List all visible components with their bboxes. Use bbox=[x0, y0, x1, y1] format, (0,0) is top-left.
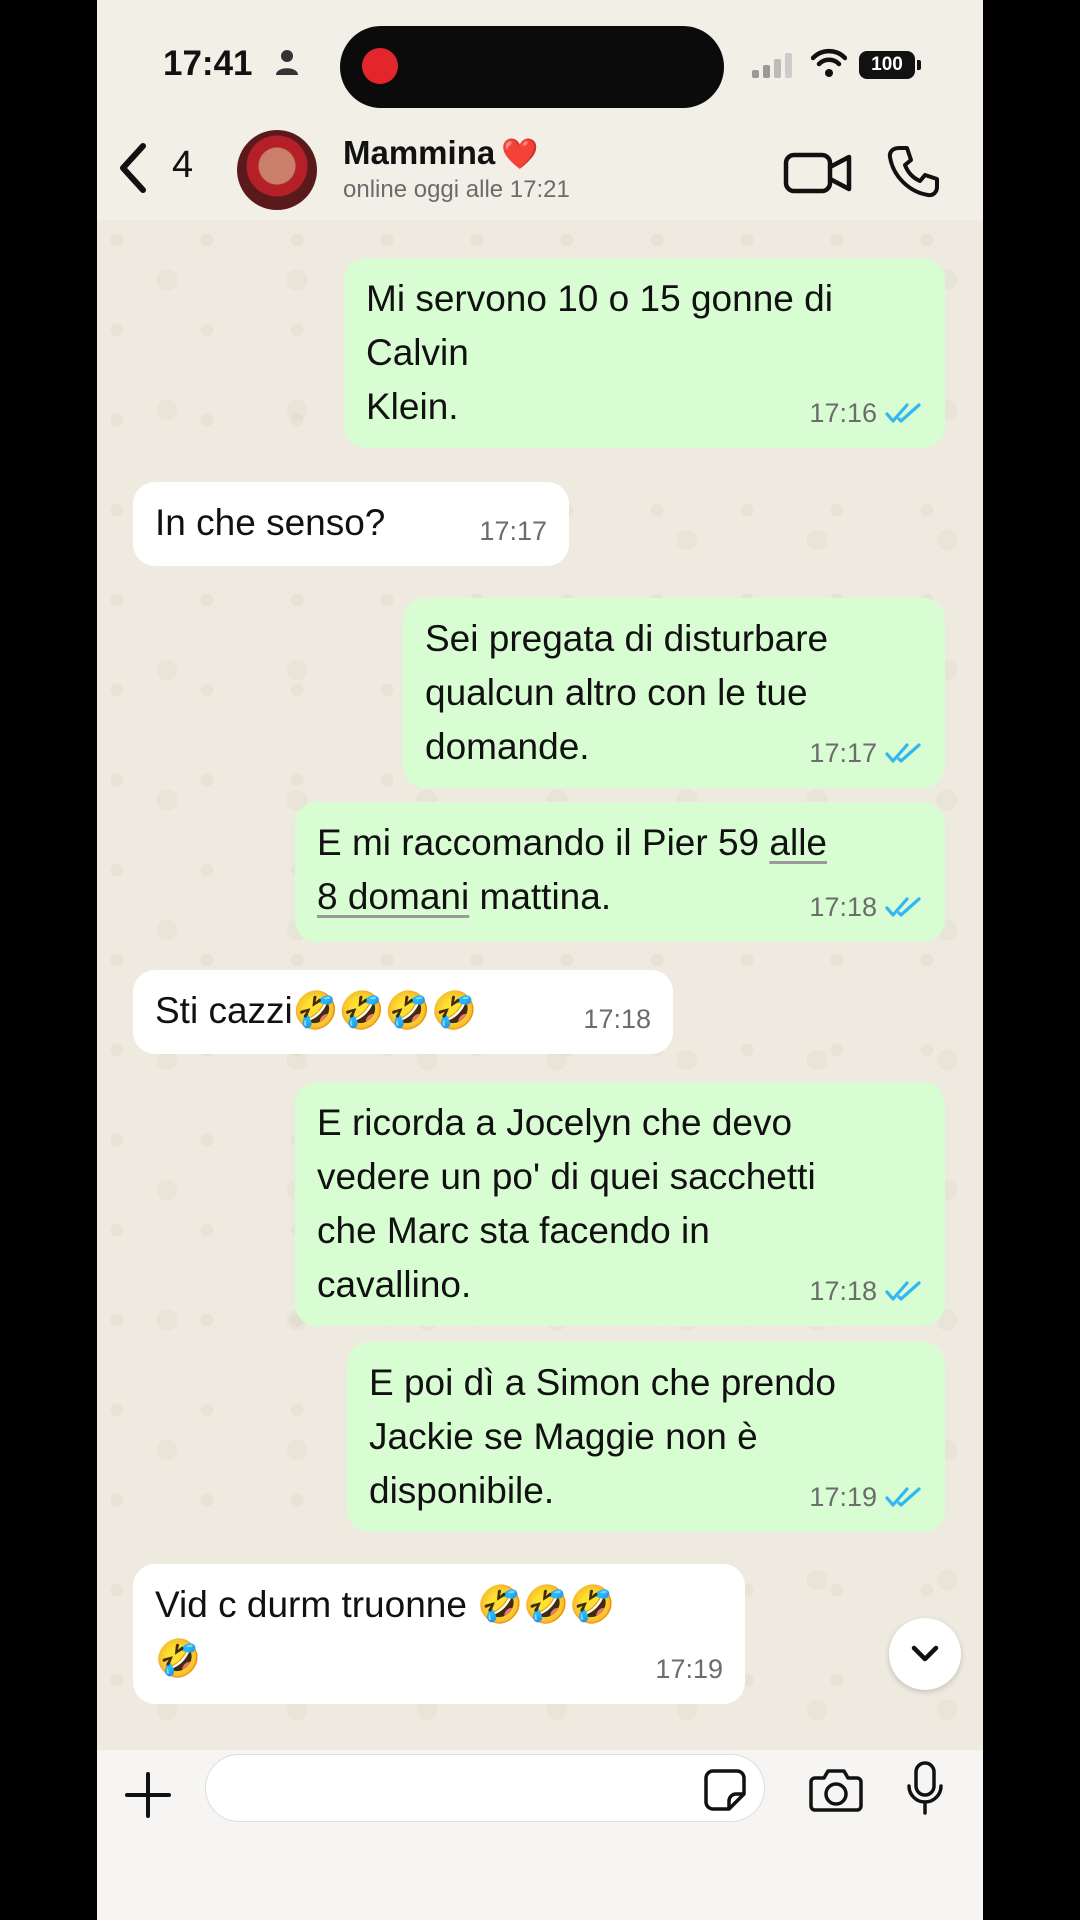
wifi-icon bbox=[811, 48, 847, 77]
plus-icon[interactable] bbox=[123, 1770, 173, 1820]
message-text: Jackie se Maggie non è bbox=[369, 1416, 758, 1457]
message-timestamp: 17:18 bbox=[809, 1276, 877, 1306]
cellular-signal-icon bbox=[752, 53, 792, 78]
message-timestamp: 17:19 bbox=[809, 1482, 877, 1512]
avatar[interactable] bbox=[237, 130, 317, 210]
message-bubble-outgoing[interactable]: Sei pregata di disturbare qualcun altro … bbox=[403, 598, 945, 788]
message-time: 17:16 bbox=[809, 386, 923, 440]
message-timestamp: 17:18 bbox=[809, 892, 877, 922]
chevron-left-icon[interactable] bbox=[113, 138, 153, 198]
message-text: Sti cazzi🤣🤣🤣🤣 bbox=[155, 990, 478, 1031]
message-time: 17:17 bbox=[809, 726, 923, 780]
message-text: qualcun altro con le tue bbox=[425, 672, 808, 713]
message-timestamp: 17:17 bbox=[809, 738, 877, 768]
message-bubble-outgoing[interactable]: E mi raccomando il Pier 59 alle 8 domani… bbox=[295, 802, 945, 942]
dynamic-island bbox=[340, 26, 724, 108]
status-bar: 17:41 100 bbox=[97, 0, 983, 130]
chat-header: 4 Mammina ❤️ online oggi alle 17:21 bbox=[97, 120, 983, 220]
sticker-icon[interactable] bbox=[703, 1768, 747, 1812]
message-time: 17:18 bbox=[583, 992, 651, 1046]
message-bubble-outgoing[interactable]: E ricorda a Jocelyn che devo vedere un p… bbox=[295, 1082, 945, 1326]
message-text: che Marc sta facendo in bbox=[317, 1210, 710, 1251]
double-check-icon bbox=[885, 1487, 921, 1507]
message-bubble-incoming[interactable]: Vid c durm truonne 🤣🤣🤣 🤣 17:19 bbox=[133, 1564, 745, 1704]
scroll-to-bottom-button[interactable] bbox=[889, 1618, 961, 1690]
double-check-icon bbox=[885, 743, 921, 763]
message-text: Sei pregata di disturbare bbox=[425, 618, 829, 659]
message-timestamp: 17:18 bbox=[583, 1004, 651, 1034]
chat-area[interactable]: Mi servono 10 o 15 gonne di Calvin Klein… bbox=[97, 220, 983, 1750]
message-bubble-incoming[interactable]: In che senso? 17:17 bbox=[133, 482, 569, 566]
message-time: 17:19 bbox=[655, 1642, 723, 1696]
camera-icon[interactable] bbox=[809, 1766, 863, 1812]
message-text: E ricorda a Jocelyn che devo bbox=[317, 1102, 793, 1143]
message-time: 17:18 bbox=[809, 1264, 923, 1318]
double-check-icon bbox=[885, 897, 921, 917]
phone-icon[interactable] bbox=[885, 144, 941, 200]
message-text: E poi dì a Simon che prendo bbox=[369, 1362, 836, 1403]
heart-emoji: ❤️ bbox=[501, 138, 539, 171]
message-bubble-incoming[interactable]: Sti cazzi🤣🤣🤣🤣 17:18 bbox=[133, 970, 673, 1054]
message-text: E mi raccomando il Pier 59 bbox=[317, 822, 770, 863]
message-time: 17:18 bbox=[809, 880, 923, 934]
message-text: Vid c durm truonne 🤣🤣🤣 bbox=[155, 1584, 616, 1625]
message-text: mattina. bbox=[469, 876, 612, 917]
message-time: 17:19 bbox=[809, 1470, 923, 1524]
video-camera-icon[interactable] bbox=[783, 150, 853, 196]
chevron-down-icon bbox=[911, 1645, 939, 1662]
message-bubble-outgoing[interactable]: E poi dì a Simon che prendo Jackie se Ma… bbox=[347, 1342, 945, 1532]
double-check-icon bbox=[885, 1281, 921, 1301]
message-timestamp: 17:16 bbox=[809, 398, 877, 428]
message-text: vedere un po' di quei sacchetti bbox=[317, 1156, 816, 1197]
date-link[interactable]: 8 domani bbox=[317, 876, 469, 917]
contact-name[interactable]: Mammina ❤️ bbox=[343, 134, 539, 172]
message-input[interactable] bbox=[205, 1754, 765, 1822]
status-time: 17:41 bbox=[163, 44, 253, 83]
battery-indicator: 100 bbox=[859, 51, 921, 79]
date-link[interactable]: alle bbox=[769, 822, 827, 863]
contact-name-text: Mammina bbox=[343, 134, 496, 171]
recording-indicator-icon bbox=[362, 48, 398, 84]
message-timestamp: 17:17 bbox=[479, 516, 547, 546]
message-text: Mi servono 10 o 15 gonne di bbox=[366, 278, 833, 319]
message-text: 🤣 bbox=[155, 1638, 202, 1679]
phone-screen: 17:41 100 4 Mammina ❤️ online oggi alle … bbox=[97, 0, 983, 1920]
microphone-icon[interactable] bbox=[905, 1760, 945, 1816]
message-timestamp: 17:19 bbox=[655, 1654, 723, 1684]
contact-status: online oggi alle 17:21 bbox=[343, 176, 570, 203]
message-text: Calvin bbox=[366, 332, 469, 373]
person-icon bbox=[276, 50, 298, 75]
double-check-icon bbox=[885, 403, 921, 423]
unread-count[interactable]: 4 bbox=[172, 144, 193, 187]
message-bubble-outgoing[interactable]: Mi servono 10 o 15 gonne di Calvin Klein… bbox=[344, 258, 945, 448]
message-composer bbox=[97, 1750, 983, 1920]
message-time: 17:17 bbox=[479, 504, 547, 558]
message-line: E mi raccomando il Pier 59 alle bbox=[317, 816, 923, 870]
